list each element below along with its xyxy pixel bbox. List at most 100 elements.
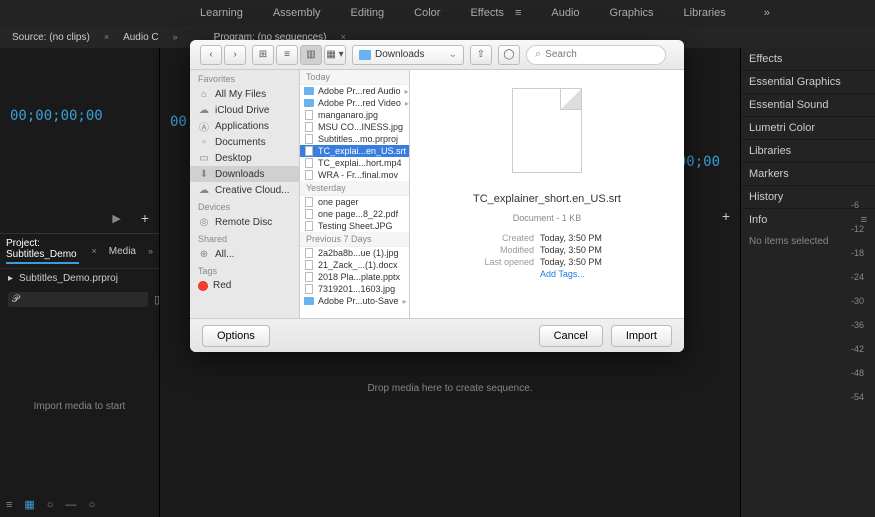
menu-color[interactable]: Color	[414, 7, 440, 19]
project-bottom-toolbar: ≡ ▦ ○ — ○	[6, 498, 95, 511]
tick: -24	[847, 272, 875, 282]
preview-filename: TC_explainer_short.en_US.srt	[473, 193, 621, 205]
file-item[interactable]: one pager	[300, 196, 409, 208]
file-item-selected[interactable]: TC_explai...en_US.srt	[300, 145, 409, 157]
add-tags-link[interactable]: Add Tags...	[540, 269, 620, 279]
tick: -48	[847, 368, 875, 378]
file-item[interactable]: one page...8_22.pdf	[300, 208, 409, 220]
panel-essential-sound[interactable]: Essential Sound	[741, 94, 875, 117]
panel-libraries[interactable]: Libraries	[741, 140, 875, 163]
tab-project[interactable]: Project: Subtitles_Demo	[6, 238, 79, 264]
sidebar-item-icloud[interactable]: ☁iCloud Drive	[190, 102, 299, 118]
file-item[interactable]: MSU CO...INESS.jpg	[300, 121, 409, 133]
list-view-icon[interactable]: ≡	[6, 499, 12, 511]
audio-tab[interactable]: Audio C	[117, 29, 165, 46]
sidebar-item-desktop[interactable]: ▭Desktop	[190, 150, 299, 166]
menu-editing[interactable]: Editing	[351, 7, 385, 19]
menu-graphics[interactable]: Graphics	[610, 7, 654, 19]
project-file-name[interactable]: Subtitles_Demo.prproj	[19, 273, 118, 284]
tick: -30	[847, 296, 875, 306]
tick: -42	[847, 344, 875, 354]
file-item[interactable]: 2a2ba8b...ue (1).jpg	[300, 247, 409, 259]
menu-overflow-icon[interactable]: »	[764, 7, 770, 19]
menu-assembly[interactable]: Assembly	[273, 7, 321, 19]
sort-icon[interactable]: ○	[88, 499, 95, 511]
dialog-search[interactable]: ⌕	[526, 45, 666, 65]
file-icon	[305, 170, 313, 180]
source-tab[interactable]: Source: (no clips)	[6, 29, 96, 46]
sidebar-item-creative-cloud[interactable]: ☁Creative Cloud...	[190, 182, 299, 198]
view-columns-icon[interactable]: ▥	[300, 45, 322, 65]
menu-effects[interactable]: Effects ≡	[470, 7, 521, 19]
nav-back-icon[interactable]: ‹	[200, 45, 222, 65]
file-item[interactable]: Subtitles...mo.prproj	[300, 133, 409, 145]
sidebar-item-shared-all[interactable]: ⊕All...	[190, 246, 299, 262]
tick: -12	[847, 224, 875, 234]
created-value: Today, 3:50 PM	[540, 233, 620, 243]
file-icon	[305, 209, 313, 219]
file-item[interactable]: TC_explai...hort.mp4	[300, 157, 409, 169]
icloud-icon: ☁	[198, 104, 210, 116]
dialog-search-input[interactable]	[545, 49, 677, 60]
cancel-button[interactable]: Cancel	[539, 325, 603, 347]
share-icon[interactable]: ⇧	[470, 45, 492, 65]
options-button[interactable]: Options	[202, 325, 270, 347]
desktop-icon: ▭	[198, 152, 210, 164]
menu-audio[interactable]: Audio	[551, 7, 579, 19]
sidebar-item-tag-red[interactable]: Red	[190, 278, 299, 293]
project-file-icon: ▸	[8, 273, 13, 284]
source-panel: 00;00;00;00 ▶ + Project: Subtitles_Demo …	[0, 48, 160, 517]
file-icon	[305, 260, 313, 270]
panel-essential-graphics[interactable]: Essential Graphics	[741, 71, 875, 94]
all-files-icon: ⌂	[198, 88, 210, 100]
menu-bars-icon: ≡	[515, 7, 521, 19]
source-close-icon[interactable]: ×	[104, 32, 109, 42]
view-list-icon[interactable]: ≡	[276, 45, 298, 65]
panel-info[interactable]: Info	[749, 214, 767, 226]
tab-close-icon[interactable]: ×	[91, 246, 96, 256]
panel-effects[interactable]: Effects	[741, 48, 875, 71]
tab-media[interactable]: Media	[109, 246, 136, 257]
file-item[interactable]: 7319201...1603.jpg	[300, 283, 409, 295]
dialog-toolbar: ‹ › ⊞ ≡ ▥ ▦ ▾ Downloads ⌄ ⇧ ◯ ⌕	[190, 40, 684, 70]
view-icons-icon[interactable]: ⊞	[252, 45, 274, 65]
file-icon	[305, 122, 313, 132]
file-item[interactable]: Adobe Pr...red Audio▸	[300, 85, 409, 97]
sidebar-item-remote-disc[interactable]: ◎Remote Disc	[190, 214, 299, 230]
view-gallery-icon[interactable]: ▦ ▾	[324, 45, 346, 65]
sb-devices-header: Devices	[190, 198, 299, 214]
file-icon	[305, 197, 313, 207]
nav-forward-icon[interactable]: ›	[224, 45, 246, 65]
file-item[interactable]: manganaro.jpg	[300, 109, 409, 121]
freeform-view-icon[interactable]: ○	[47, 499, 54, 511]
sidebar-item-all-files[interactable]: ⌂All My Files	[190, 86, 299, 102]
play-icon[interactable]: ▶	[112, 212, 120, 225]
file-item[interactable]: WRA - Fr...final.mov	[300, 169, 409, 181]
folder-icon	[304, 99, 314, 107]
folder-icon	[359, 50, 371, 60]
program-add-icon[interactable]: +	[722, 208, 730, 224]
add-icon[interactable]: +	[141, 210, 149, 226]
icon-view-icon[interactable]: ▦	[24, 498, 34, 511]
search-icon: ⌕	[535, 48, 541, 61]
sidebar-item-applications[interactable]: ⒶApplications	[190, 118, 299, 134]
sidebar-item-documents[interactable]: ▫Documents	[190, 134, 299, 150]
panel-lumetri[interactable]: Lumetri Color	[741, 117, 875, 140]
file-item[interactable]: Adobe Pr...uto-Save▸	[300, 295, 409, 307]
zoom-slider[interactable]: —	[65, 499, 76, 511]
file-item[interactable]: 2018 Pla...plate.pptx	[300, 271, 409, 283]
file-item[interactable]: Testing Sheet.JPG	[300, 220, 409, 232]
sidebar-item-downloads[interactable]: ⬇Downloads	[190, 166, 299, 182]
project-panel: Project: Subtitles_Demo × Media » ▸ Subt…	[0, 233, 159, 517]
import-button[interactable]: Import	[611, 325, 672, 347]
project-overflow-icon[interactable]: »	[148, 246, 153, 256]
panel-markers[interactable]: Markers	[741, 163, 875, 186]
file-item[interactable]: Adobe Pr...red Video▸	[300, 97, 409, 109]
tags-icon[interactable]: ◯	[498, 45, 520, 65]
top-menu: Learning Assembly Editing Color Effects …	[0, 0, 875, 26]
file-item[interactable]: 21_Zack_...(1).docx	[300, 259, 409, 271]
project-search-input[interactable]	[8, 292, 148, 307]
menu-libraries[interactable]: Libraries	[684, 7, 726, 19]
location-dropdown[interactable]: Downloads ⌄	[352, 45, 464, 65]
menu-learning[interactable]: Learning	[200, 7, 243, 19]
